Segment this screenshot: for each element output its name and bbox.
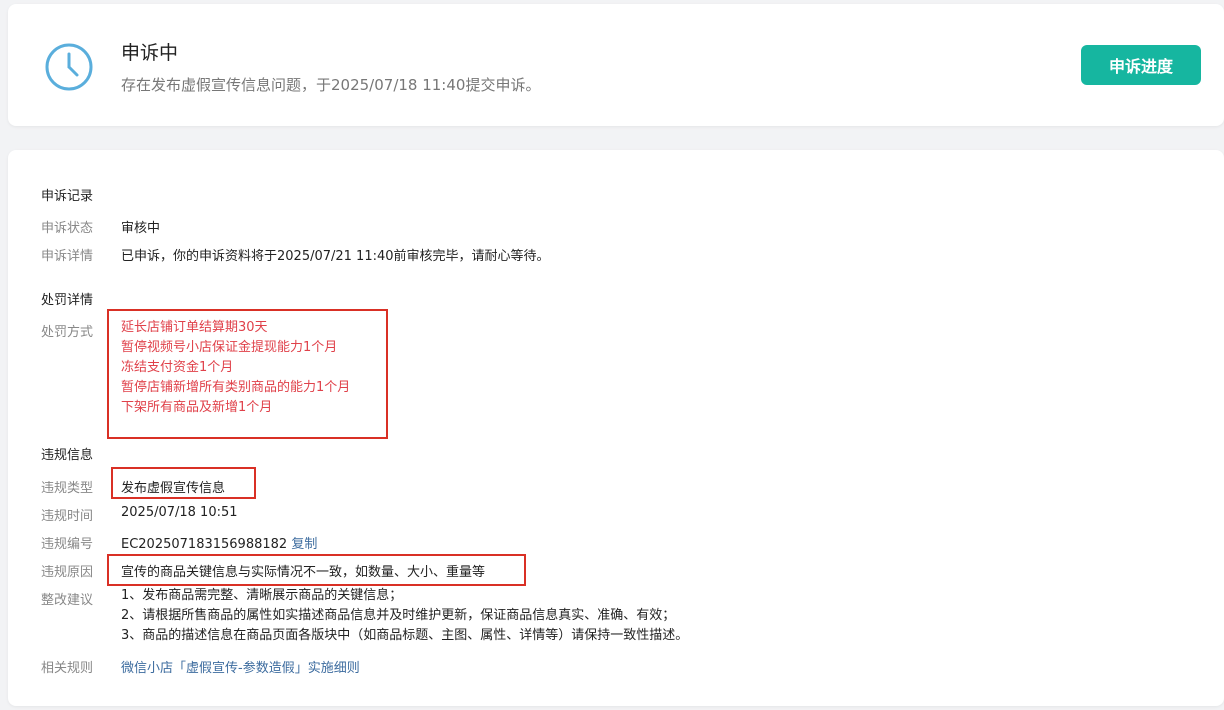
status-title: 申诉中 — [121, 42, 179, 64]
suggestion-item: 3、商品的描述信息在商品页面各版块中（如商品标题、主图、属性、详情等）请保持一致… — [121, 628, 689, 643]
appeal-progress-button[interactable]: 申诉进度 — [1081, 45, 1201, 85]
suggestion-label: 整改建议 — [41, 593, 94, 608]
appeal-record-heading: 申诉记录 — [41, 189, 94, 204]
penalty-highlight-box — [107, 309, 388, 439]
detail-card: 申诉记录 申诉状态 审核中 申诉详情 已申诉，你的申诉资料将于2025/07/2… — [8, 150, 1224, 706]
violation-heading: 违规信息 — [41, 448, 94, 463]
status-card: 申诉中 存在发布虚假宣传信息问题，于2025/07/18 11:40提交申诉。 … — [8, 4, 1224, 126]
copy-link[interactable]: 复制 — [291, 537, 317, 552]
violation-time-value: 2025/07/18 10:51 — [121, 505, 238, 520]
violation-id-row: EC202507183156988182 复制 — [121, 533, 317, 552]
suggestion-item: 1、发布商品需完整、清晰展示商品的关键信息； — [121, 588, 403, 603]
penalty-method-label: 处罚方式 — [41, 325, 94, 340]
penalty-heading: 处罚详情 — [41, 293, 94, 308]
violation-type-label: 违规类型 — [41, 481, 94, 496]
appeal-status-label: 申诉状态 — [41, 221, 94, 236]
suggestion-list: 1、发布商品需完整、清晰展示商品的关键信息； 2、请根据所售商品的属性如实描述商… — [121, 586, 688, 646]
violation-type-highlight-box — [111, 467, 256, 499]
violation-reason-highlight-box — [107, 554, 526, 586]
violation-reason-label: 违规原因 — [41, 565, 94, 580]
clock-icon — [45, 43, 93, 91]
violation-time-label: 违规时间 — [41, 509, 94, 524]
related-rule-link[interactable]: 微信小店「虚假宣传-参数造假」实施细则 — [121, 657, 360, 676]
related-rule-label: 相关规则 — [41, 661, 94, 676]
appeal-status-value: 审核中 — [121, 221, 161, 236]
violation-id-label: 违规编号 — [41, 537, 94, 552]
status-description: 存在发布虚假宣传信息问题，于2025/07/18 11:40提交申诉。 — [121, 76, 541, 94]
suggestion-item: 2、请根据所售商品的属性如实描述商品信息并及时维护更新，保证商品信息真实、准确、… — [121, 608, 676, 623]
appeal-detail-value: 已申诉，你的申诉资料将于2025/07/21 11:40前审核完毕，请耐心等待。 — [121, 249, 550, 264]
appeal-detail-label: 申诉详情 — [41, 249, 94, 264]
violation-id-value: EC202507183156988182 — [121, 537, 288, 552]
